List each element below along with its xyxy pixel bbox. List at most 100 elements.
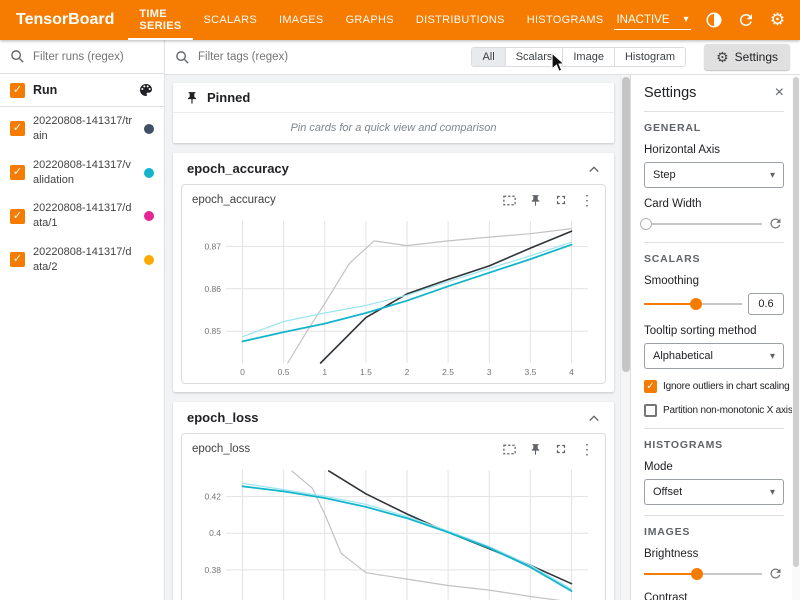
chip-all[interactable]: All: [472, 48, 504, 66]
run-row[interactable]: ✓ 20220808-141317/validation: [0, 151, 164, 195]
contrast-toggle-icon[interactable]: [705, 11, 723, 29]
smoothing-input[interactable]: [748, 293, 784, 315]
chip-image[interactable]: Image: [562, 48, 614, 66]
refresh-icon[interactable]: [737, 11, 755, 29]
search-icon: [10, 49, 25, 64]
fullscreen-icon[interactable]: [551, 440, 571, 458]
general-heading: GENERAL: [644, 122, 784, 134]
run-label: 20220808-141317/train: [33, 114, 136, 144]
scrollbar-thumb[interactable]: [793, 77, 799, 567]
tab-time-series[interactable]: TIME SERIES: [128, 0, 192, 40]
pinned-card: Pinned Pin cards for a quick view and co…: [173, 83, 614, 143]
tab-distributions[interactable]: DISTRIBUTIONS: [405, 0, 516, 40]
tooltip-sort-select[interactable]: Alphabetical ▾: [644, 343, 784, 369]
tab-graphs[interactable]: GRAPHS: [335, 0, 405, 40]
tab-images[interactable]: IMAGES: [268, 0, 335, 40]
close-icon[interactable]: ×: [775, 86, 784, 100]
svg-text:3.5: 3.5: [524, 367, 536, 377]
more-options-icon[interactable]: ⋮: [577, 191, 597, 209]
tab-histograms[interactable]: HISTOGRAMS: [516, 0, 615, 40]
histogram-mode-select[interactable]: Offset ▾: [644, 479, 784, 505]
svg-text:2.5: 2.5: [442, 367, 454, 377]
settings-button[interactable]: ⚙ Settings: [704, 44, 790, 70]
fit-domain-icon[interactable]: [499, 440, 519, 458]
chip-histogram[interactable]: Histogram: [614, 48, 685, 66]
runs-list: ✓ 20220808-141317/train ✓ 20220808-141317/v…: [0, 107, 164, 282]
slider-thumb[interactable]: [690, 298, 702, 310]
chevron-up-icon[interactable]: [588, 165, 600, 173]
run-row[interactable]: ✓ 20220808-141317/data/1: [0, 194, 164, 238]
slider-thumb[interactable]: [640, 218, 652, 230]
tab-scalars[interactable]: SCALARS: [193, 0, 268, 40]
scrollbar-thumb[interactable]: [622, 77, 630, 372]
run-checkbox[interactable]: ✓: [10, 121, 25, 136]
select-all-runs-checkbox[interactable]: ✓: [10, 83, 25, 98]
partition-x-row[interactable]: Partition non-monotonic X axis i: [644, 404, 784, 417]
smoothing-slider[interactable]: [644, 297, 742, 311]
epoch-loss-chart[interactable]: 00.511.522.533.540.360.380.40.42: [190, 462, 598, 600]
run-color-dot: [144, 255, 154, 265]
horizontal-axis-select[interactable]: Step ▾: [644, 162, 784, 188]
pinned-title: Pinned: [207, 90, 250, 105]
svg-text:0.5: 0.5: [277, 367, 289, 377]
partition-x-checkbox[interactable]: [644, 404, 657, 417]
reset-brightness-icon[interactable]: [768, 566, 784, 582]
partition-x-label: Partition non-monotonic X axis: [663, 405, 793, 416]
brightness-slider[interactable]: [644, 567, 762, 581]
run-sidebar: ✓ Run ✓20220808-141317/train✓20220808-14…: [0, 40, 165, 600]
main-scrollbar[interactable]: [620, 75, 630, 600]
reset-card-width-icon[interactable]: [768, 216, 784, 232]
gear-icon: ⚙: [716, 48, 729, 66]
more-options-icon[interactable]: ⋮: [577, 440, 597, 458]
histograms-heading: HISTOGRAMS: [644, 439, 784, 451]
run-row[interactable]: ✓20220808-141317/data/2: [0, 238, 164, 282]
section-epoch-accuracy: epoch_accuracy epoch_accuracy ⋮ 00.511.5…: [173, 153, 614, 392]
brand-logo: TensorBoard: [0, 11, 128, 29]
svg-text:1.5: 1.5: [359, 367, 371, 377]
run-color-dot: [144, 168, 154, 178]
color-palette-icon: [138, 82, 154, 98]
run-color-dot: [144, 124, 154, 134]
pin-icon[interactable]: [525, 440, 545, 458]
run-filter-bar: [0, 40, 164, 74]
horizontal-axis-label: Horizontal Axis: [644, 144, 784, 156]
active-dashboards-dropdown[interactable]: INACTIVE ▾: [614, 11, 690, 30]
run-checkbox[interactable]: ✓: [10, 165, 25, 180]
chip-scalars[interactable]: Scalars: [505, 48, 563, 66]
run-label: 20220808-141317/data/1: [33, 201, 136, 231]
slider-thumb[interactable]: [691, 568, 703, 580]
fit-domain-icon[interactable]: [499, 191, 519, 209]
panel-scrollbar[interactable]: [792, 75, 800, 600]
filter-tags-input[interactable]: [196, 50, 463, 64]
chart-title: epoch_accuracy: [192, 194, 493, 206]
run-checkbox[interactable]: ✓: [10, 252, 25, 267]
fullscreen-icon[interactable]: [551, 191, 571, 209]
tag-filter-bar: [175, 50, 463, 65]
chevron-down-icon: ▾: [770, 487, 775, 498]
section-title: epoch_accuracy: [187, 161, 289, 176]
run-color-dot: [144, 211, 154, 221]
svg-text:0.87: 0.87: [204, 241, 221, 251]
tag-filter-chips: AllScalarsImageHistogram: [471, 47, 686, 67]
run-checkbox[interactable]: ✓: [10, 209, 25, 224]
ignore-outliers-checkbox[interactable]: ✓: [644, 380, 657, 393]
ignore-outliers-row[interactable]: ✓ Ignore outliers in chart scaling: [644, 380, 784, 393]
epoch-accuracy-chart[interactable]: 00.511.522.533.540.850.860.87: [190, 213, 598, 379]
scalars-heading: SCALARS: [644, 253, 784, 265]
svg-text:3: 3: [486, 367, 491, 377]
settings-gear-icon[interactable]: ⚙: [769, 11, 787, 29]
card-width-slider[interactable]: [644, 217, 762, 231]
svg-text:0: 0: [240, 367, 245, 377]
filter-runs-input[interactable]: [31, 50, 154, 64]
pin-icon: [185, 91, 199, 105]
smoothing-label: Smoothing: [644, 275, 784, 287]
run-label: 20220808-141317/validation: [33, 158, 136, 188]
svg-text:0.86: 0.86: [204, 284, 221, 294]
run-row[interactable]: ✓ 20220808-141317/train: [0, 107, 164, 151]
settings-panel-title: Settings: [644, 85, 696, 101]
chevron-up-icon[interactable]: [588, 414, 600, 422]
horizontal-axis-value: Step: [653, 169, 676, 181]
search-icon: [175, 50, 190, 65]
pin-icon[interactable]: [525, 191, 545, 209]
svg-text:0.38: 0.38: [204, 565, 221, 575]
